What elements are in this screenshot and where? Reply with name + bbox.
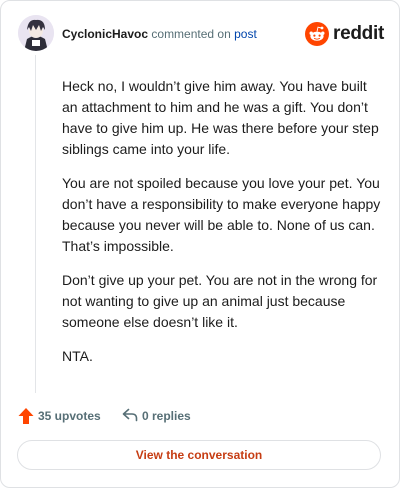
view-conversation-button[interactable]: View the conversation xyxy=(17,440,381,470)
comment-paragraph: Heck no, I wouldn’t give him away. You h… xyxy=(62,78,379,157)
upvote-icon xyxy=(18,408,34,424)
thread-line xyxy=(35,55,36,393)
comment-embed-card: CyclonicHavoc commented on post reddit H… xyxy=(0,0,400,488)
commented-on-text: commented on xyxy=(151,27,231,41)
comment-paragraph: You are not spoiled because you love you… xyxy=(62,175,381,254)
reply-icon xyxy=(122,408,138,422)
reddit-logo[interactable]: reddit xyxy=(305,22,384,46)
comment-meta: CyclonicHavoc commented on post xyxy=(62,27,257,41)
avatar[interactable] xyxy=(18,15,54,51)
reddit-wordmark: reddit xyxy=(333,23,384,44)
upvote-button[interactable]: 35 upvotes xyxy=(18,405,108,427)
comment-paragraph: Don’t give up your pet. You are not in t… xyxy=(62,272,378,330)
reply-count: 0 replies xyxy=(142,409,191,423)
comment-body: Heck no, I wouldn’t give him away. You h… xyxy=(62,76,382,380)
username-link[interactable]: CyclonicHavoc xyxy=(62,27,148,41)
comment-paragraph: NTA. xyxy=(62,348,93,364)
reddit-logo-icon xyxy=(305,22,329,46)
upvote-count: 35 upvotes xyxy=(38,409,101,423)
reply-button[interactable]: 0 replies xyxy=(122,405,206,427)
post-link[interactable]: post xyxy=(234,27,257,41)
comment-header: CyclonicHavoc commented on post reddit xyxy=(18,15,385,55)
